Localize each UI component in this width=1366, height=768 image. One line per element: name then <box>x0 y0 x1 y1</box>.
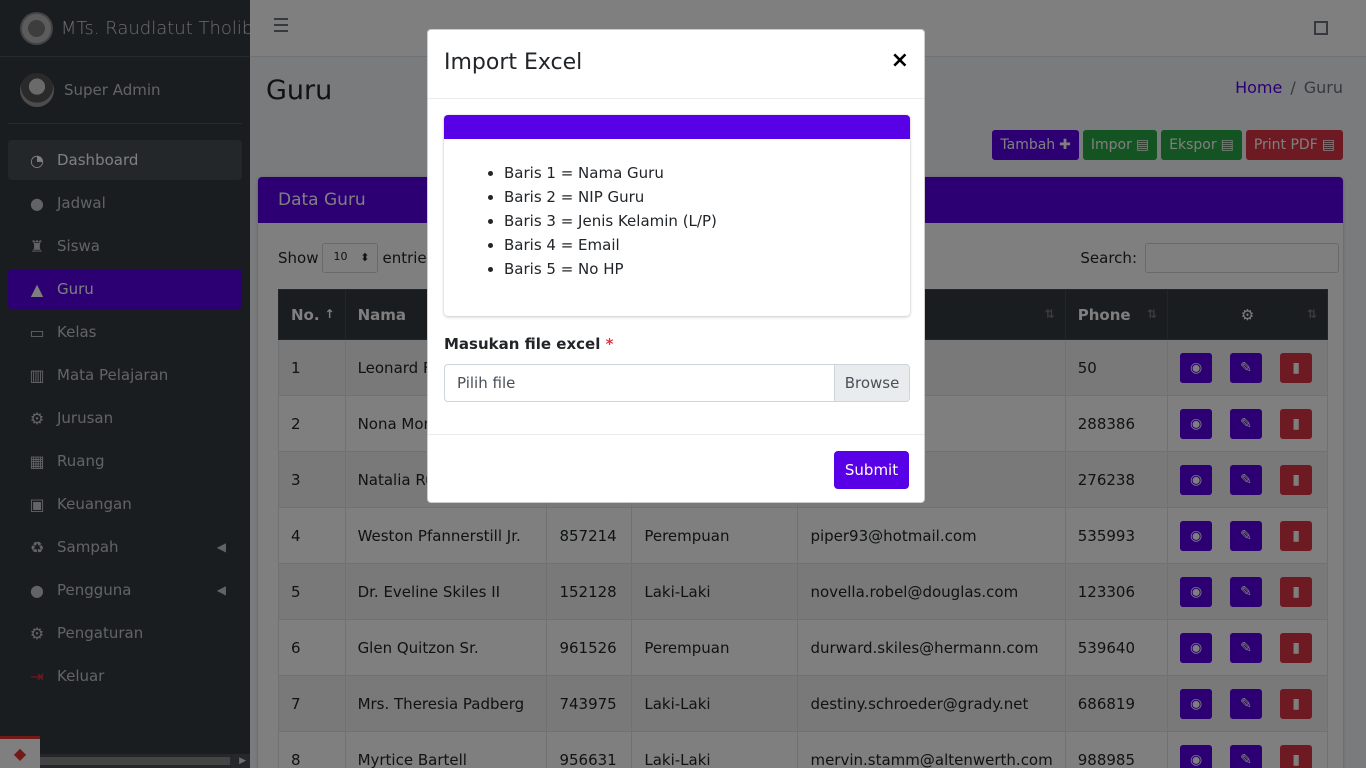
instructions-list: Baris 1 = Nama Guru Baris 2 = NIP Guru B… <box>444 139 910 281</box>
import-excel-modal: Import Excel × Baris 1 = Nama Guru Baris… <box>427 29 925 503</box>
file-placeholder: Pilih file <box>457 374 516 392</box>
browse-button[interactable]: Browse <box>834 365 909 401</box>
close-icon[interactable]: × <box>891 48 909 73</box>
instruction-item: Baris 2 = NIP Guru <box>504 185 910 209</box>
instruction-item: Baris 5 = No HP <box>504 257 910 281</box>
import-instructions-card: Baris 1 = Nama Guru Baris 2 = NIP Guru B… <box>444 115 910 316</box>
submit-button[interactable]: Submit <box>834 451 909 489</box>
modal-header: Import Excel × <box>428 30 924 99</box>
file-label: Masukan file excel * <box>444 335 614 353</box>
modal-title: Import Excel <box>444 50 583 75</box>
modal-footer: Submit <box>428 434 924 502</box>
required-mark: * <box>605 335 614 353</box>
instructions-header <box>444 115 910 139</box>
instruction-item: Baris 1 = Nama Guru <box>504 161 910 185</box>
excel-file-input[interactable]: Pilih file Browse <box>444 364 910 402</box>
instruction-item: Baris 4 = Email <box>504 233 910 257</box>
instruction-item: Baris 3 = Jenis Kelamin (L/P) <box>504 209 910 233</box>
